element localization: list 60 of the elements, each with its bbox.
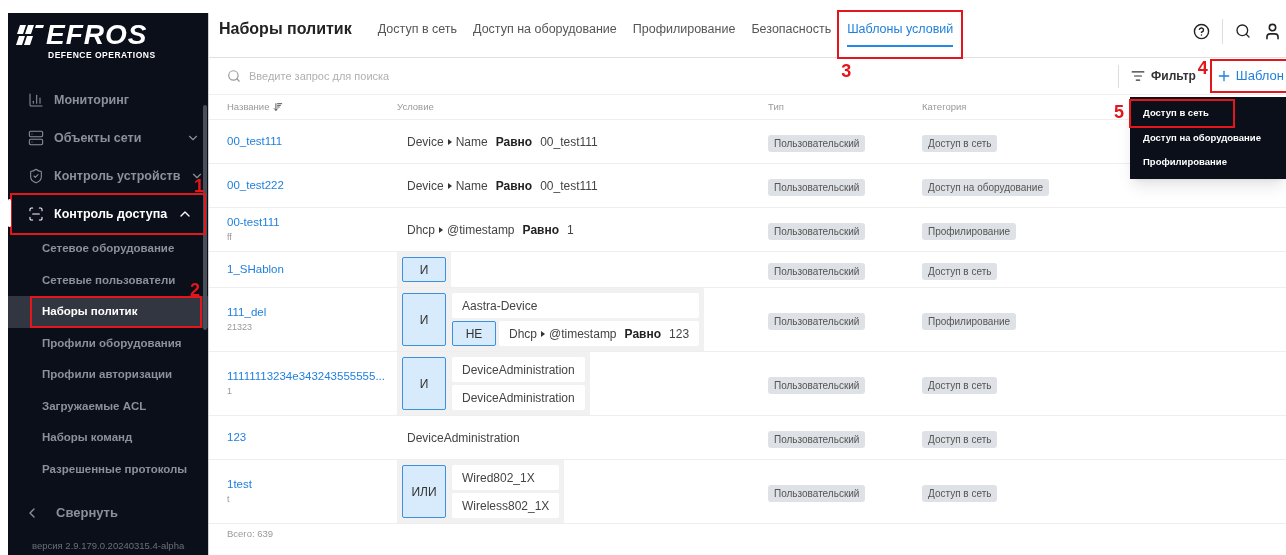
tag: Профилирование (922, 312, 1017, 330)
condition-value: 1 (567, 221, 574, 239)
condition-field: @timestamp (447, 220, 515, 239)
tag: Доступ в сеть (922, 430, 998, 448)
tag: Пользовательский (768, 312, 866, 330)
condition-operator: Равно (522, 221, 560, 239)
tag: Пользовательский (768, 484, 866, 502)
condition-item: Wireless802_1X (452, 493, 560, 518)
template-description: 1 (227, 385, 233, 399)
callout-number: 3 (841, 62, 852, 80)
condition-field: Name (455, 176, 488, 195)
logo-tagline: DEFENCE OPERATIONS (48, 49, 156, 62)
template-description: ff (227, 231, 233, 245)
tag: Доступ в сеть (922, 484, 998, 502)
tag: Пользовательский (768, 262, 866, 280)
tag: Пользовательский (768, 134, 866, 152)
column-header: Условие (397, 99, 434, 114)
tag: Пользовательский (768, 178, 866, 196)
template-description: 21323 (227, 321, 254, 335)
condition-operator: Равно (495, 177, 533, 195)
callout-number: 4 (1197, 59, 1208, 77)
condition-field: Device (407, 132, 444, 151)
column-header: Тип (768, 99, 784, 114)
logic-operator: ИЛИ (402, 465, 446, 518)
condition-expression: DeviceAdministration (407, 429, 520, 447)
condition-value: 00_test111 (540, 133, 598, 151)
condition-value: 123 (669, 325, 690, 343)
condition-field: Dhcp (407, 220, 435, 239)
condition-item: DeviceAdministration (452, 385, 585, 410)
condition-value: 00_test111 (540, 177, 598, 195)
column-header: Категория (922, 99, 967, 114)
page-title: Наборы политик (219, 19, 352, 39)
condition-operator: Равно (495, 133, 533, 151)
logic-operator: И (402, 293, 446, 346)
callout-number: 2 (190, 280, 200, 299)
tag: Доступ на оборудование (922, 178, 1049, 196)
tag: Пользовательский (768, 222, 866, 240)
version-label: версия 2.9.179.0.20240315.4-alpha (31, 538, 186, 553)
logic-operator: И (402, 357, 446, 410)
logic-operator: И (402, 257, 446, 282)
tag: Пользовательский (768, 376, 866, 394)
condition-operator: Равно (624, 325, 662, 343)
condition-item: Wired802_1X (452, 465, 560, 490)
callout-number: 1 (194, 177, 204, 195)
tag: Доступ в сеть (922, 134, 998, 152)
tag: Доступ в сеть (922, 376, 998, 394)
condition-item: DeviceAdministration (452, 357, 585, 382)
condition-field: Device (407, 176, 444, 195)
logo-text: EFROS (46, 21, 148, 49)
condition-item: Aastra-Device (452, 293, 700, 318)
logic-operator: НЕ (452, 321, 496, 346)
total-count: Всего: 639 (226, 527, 275, 541)
callout-number: 5 (1114, 103, 1124, 121)
tag: Доступ в сеть (922, 262, 998, 280)
condition-field: Dhcp (509, 324, 537, 343)
condition-field: Name (455, 132, 488, 151)
template-description: t (227, 493, 231, 507)
condition-field: @timestamp (549, 324, 617, 343)
tag: Пользовательский (768, 430, 866, 448)
tag: Профилирование (922, 222, 1017, 240)
